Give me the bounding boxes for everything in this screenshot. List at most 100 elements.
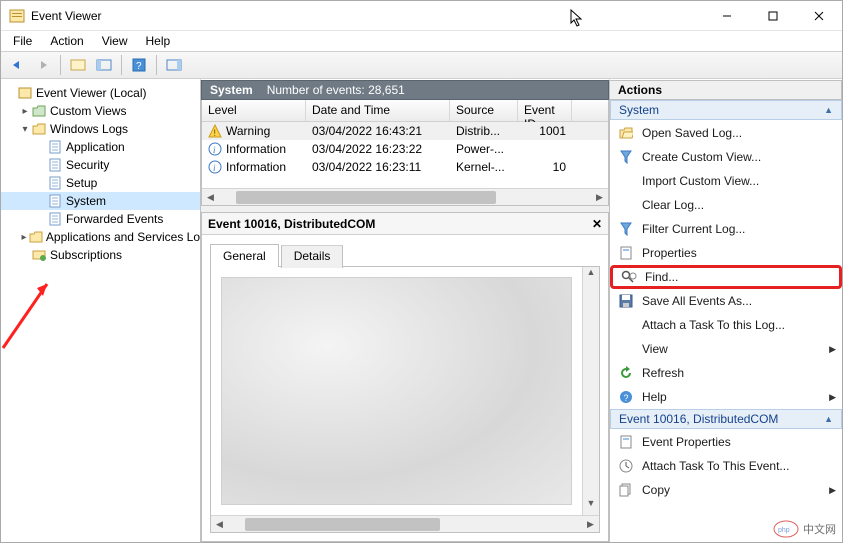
action-open-saved-log[interactable]: Open Saved Log... xyxy=(610,121,842,145)
details-vscroll[interactable]: ▲ ▼ xyxy=(582,267,599,515)
help-button[interactable]: ? xyxy=(127,54,151,76)
menu-view[interactable]: View xyxy=(96,32,134,50)
back-button[interactable] xyxy=(5,54,29,76)
action-attach-a-task-to-this-log[interactable]: Attach a Task To this Log... xyxy=(610,313,842,337)
subscriptions-icon xyxy=(31,247,47,263)
col-eventid[interactable]: Event ID xyxy=(518,100,572,121)
collapse-icon: ▲ xyxy=(824,414,833,424)
action-view[interactable]: View▶ xyxy=(610,337,842,361)
actions-group-event[interactable]: Event 10016, DistributedCOM ▲ xyxy=(610,409,842,429)
action-import-custom-view[interactable]: Import Custom View... xyxy=(610,169,842,193)
tree-item-security[interactable]: Security xyxy=(1,156,200,174)
tab-details[interactable]: Details xyxy=(281,245,344,268)
action-label: Create Custom View... xyxy=(642,150,761,164)
svg-text:!: ! xyxy=(214,128,217,138)
action-label: Import Custom View... xyxy=(642,174,759,188)
action-copy[interactable]: Copy▶ xyxy=(610,478,842,502)
cell-source: Kernel-... xyxy=(450,160,518,174)
minimize-button[interactable] xyxy=(704,1,750,31)
tab-general[interactable]: General xyxy=(210,244,279,267)
table-row[interactable]: !Warning03/04/2022 16:43:21Distrib...100… xyxy=(202,122,608,140)
scroll-left-icon[interactable]: ◀ xyxy=(211,516,228,533)
expand-icon[interactable]: ▾ xyxy=(19,124,31,135)
col-source[interactable]: Source xyxy=(450,100,518,121)
expand-icon[interactable]: ▸ xyxy=(19,106,31,117)
action-help[interactable]: ?Help▶ xyxy=(610,385,842,409)
actions-title: Actions xyxy=(610,80,842,100)
menu-help[interactable]: Help xyxy=(140,32,177,50)
details-close-button[interactable]: ✕ xyxy=(592,217,602,231)
svg-text:php: php xyxy=(778,527,790,534)
tree-pane: Event Viewer (Local) ▸ Custom Views ▾Windo… xyxy=(1,79,201,542)
open-icon xyxy=(618,125,634,141)
table-row[interactable]: iInformation03/04/2022 16:23:11Kernel-..… xyxy=(202,158,608,176)
filter-icon xyxy=(618,221,634,237)
tree-item-forwarded-events[interactable]: Forwarded Events xyxy=(1,210,200,228)
layout-button[interactable] xyxy=(162,54,186,76)
cell-datetime: 03/04/2022 16:23:11 xyxy=(306,160,450,174)
col-level[interactable]: Level xyxy=(202,100,306,121)
cell-datetime: 03/04/2022 16:43:21 xyxy=(306,124,450,138)
action-label: Properties xyxy=(642,246,697,260)
actions-pane: Actions System ▲ Open Saved Log... Create… xyxy=(610,79,842,542)
folder-icon xyxy=(29,229,43,245)
actions-group-system[interactable]: System ▲ xyxy=(610,100,842,120)
scroll-left-icon[interactable]: ◀ xyxy=(202,189,219,206)
menu-file[interactable]: File xyxy=(7,32,38,50)
menu-action[interactable]: Action xyxy=(44,32,89,50)
menubar: File Action View Help xyxy=(1,31,842,51)
blank-icon xyxy=(618,173,634,189)
find-icon xyxy=(621,269,637,285)
action-create-custom-view[interactable]: Create Custom View... xyxy=(610,145,842,169)
events-table: Level Date and Time Source Event ID !War… xyxy=(201,100,609,206)
copy-icon xyxy=(618,482,634,498)
action-clear-log[interactable]: Clear Log... xyxy=(610,193,842,217)
forward-button[interactable] xyxy=(31,54,55,76)
col-datetime[interactable]: Date and Time xyxy=(306,100,450,121)
maximize-button[interactable] xyxy=(750,1,796,31)
tree-item-windows-logs[interactable]: ▾Windows Logs xyxy=(1,120,200,138)
action-label: Open Saved Log... xyxy=(642,126,742,140)
tree-item-label: Custom Views xyxy=(50,104,126,118)
filter-icon xyxy=(618,149,634,165)
tree-root[interactable]: Event Viewer (Local) xyxy=(1,84,200,102)
action-filter-current-log[interactable]: Filter Current Log... xyxy=(610,217,842,241)
tree-item-system[interactable]: System xyxy=(1,192,200,210)
action-attach-task-to-this-event[interactable]: Attach Task To This Event... xyxy=(610,454,842,478)
warning-icon: ! xyxy=(208,124,222,138)
tree-item-custom-views[interactable]: ▸ Custom Views xyxy=(1,102,200,120)
action-find[interactable]: Find... xyxy=(610,265,842,289)
action-label: Clear Log... xyxy=(642,198,704,212)
tree-item-application[interactable]: Application xyxy=(1,138,200,156)
table-hscroll[interactable]: ◀ ▶ xyxy=(202,188,608,205)
action-properties[interactable]: Properties xyxy=(610,241,842,265)
titlebar: Event Viewer xyxy=(1,1,842,31)
log-icon xyxy=(47,211,63,227)
close-button[interactable] xyxy=(796,1,842,31)
cell-datetime: 03/04/2022 16:23:22 xyxy=(306,142,450,156)
tree-item-setup[interactable]: Setup xyxy=(1,174,200,192)
details-hscroll[interactable]: ◀ ▶ xyxy=(211,515,599,532)
props-icon xyxy=(618,245,634,261)
table-row[interactable]: iInformation03/04/2022 16:23:22Power-... xyxy=(202,140,608,158)
toolbar: ? xyxy=(1,51,842,79)
svg-text:?: ? xyxy=(624,393,629,403)
show-tree-button[interactable] xyxy=(66,54,90,76)
scroll-right-icon[interactable]: ▶ xyxy=(591,189,608,206)
tree-item-subscriptions[interactable]: Subscriptions xyxy=(1,246,200,264)
action-label: Save All Events As... xyxy=(642,294,752,308)
action-save-all-events-as[interactable]: Save All Events As... xyxy=(610,289,842,313)
panel-button[interactable] xyxy=(92,54,116,76)
tree-item-label: Application xyxy=(66,140,125,154)
action-label: Find... xyxy=(645,270,678,284)
action-label: Event Properties xyxy=(642,435,731,449)
action-event-properties[interactable]: Event Properties xyxy=(610,430,842,454)
action-label: Attach Task To This Event... xyxy=(642,459,789,473)
action-refresh[interactable]: Refresh xyxy=(610,361,842,385)
events-header-title: System xyxy=(210,83,253,97)
expand-icon[interactable]: ▸ xyxy=(19,232,29,243)
tree-item-applications-and-services-lo[interactable]: ▸Applications and Services Lo xyxy=(1,228,200,246)
eventviewer-icon xyxy=(17,85,33,101)
folder-views-icon xyxy=(31,103,47,119)
scroll-right-icon[interactable]: ▶ xyxy=(582,516,599,533)
